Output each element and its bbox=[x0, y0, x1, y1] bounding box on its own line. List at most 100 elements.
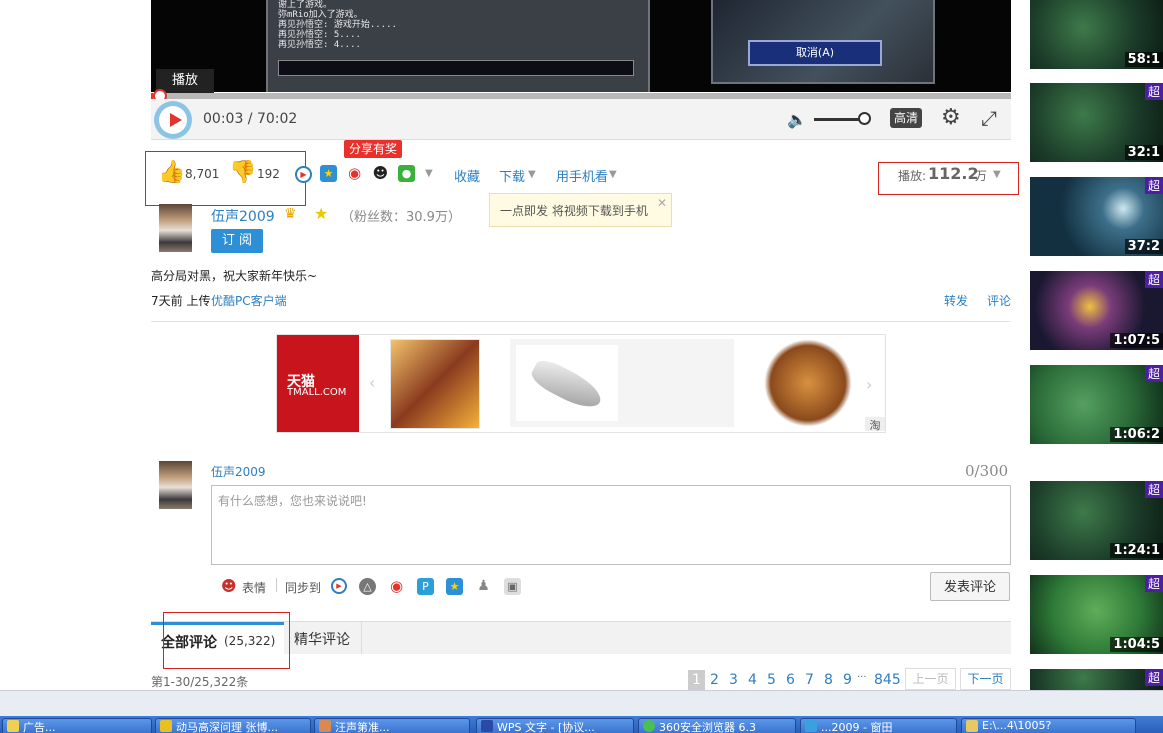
chevron-right-icon[interactable]: › bbox=[866, 375, 872, 394]
chat-line: 再见孙悟空: 游戏开始..... bbox=[278, 20, 397, 30]
volume-icon[interactable]: 🔈 bbox=[787, 110, 807, 129]
client-link[interactable]: 优酷PC客户端 bbox=[211, 292, 287, 309]
user-avatar[interactable] bbox=[159, 461, 192, 509]
download-chevron-icon[interactable]: ▼ bbox=[528, 169, 536, 180]
douban-sync-icon[interactable]: ▣ bbox=[504, 578, 521, 595]
ad-banner[interactable]: 天猫 TMALL.COM ‹ › 淘 bbox=[276, 334, 886, 433]
youku-share-icon[interactable]: ▶ bbox=[295, 166, 312, 183]
related-video-thumb[interactable]: 超 32:1 bbox=[1030, 83, 1163, 162]
game-cancel-button: 取消(A) bbox=[748, 40, 882, 66]
like-count: 8,701 bbox=[185, 167, 220, 181]
people-sync-icon[interactable]: ♟ bbox=[475, 578, 492, 595]
related-video-thumb[interactable]: 超 1:04:5 bbox=[1030, 575, 1163, 654]
hd-badge: 超 bbox=[1144, 83, 1163, 100]
video-frame[interactable]: 谢上了游戏。 弥mRio加入了游戏。 再见孙悟空: 游戏开始..... 再见孙悟… bbox=[151, 0, 1011, 92]
thumbs-up-icon[interactable]: 👍 bbox=[158, 160, 185, 185]
qq-share-icon[interactable]: ☻ bbox=[372, 165, 389, 182]
ad-product-food[interactable] bbox=[764, 339, 852, 427]
page-current[interactable]: 1 bbox=[688, 670, 705, 690]
youku-sync-icon[interactable]: ▶ bbox=[331, 578, 347, 594]
page-link[interactable]: 6 bbox=[786, 672, 795, 688]
taskbar-item[interactable]: 360安全浏览器 6.3 bbox=[638, 718, 796, 733]
comment-username[interactable]: 伍声2009 bbox=[211, 463, 266, 480]
taskbar-label: WPS 文字 - [协议... bbox=[497, 721, 595, 733]
ad-product-mouse[interactable] bbox=[510, 339, 734, 427]
play-button[interactable] bbox=[154, 101, 192, 139]
taskbar-item[interactable]: 广告... bbox=[2, 718, 152, 733]
player-controls: 00:03 / 70:02 🔈 高清 ⚙ ⤢ bbox=[151, 99, 1011, 140]
related-video-thumb[interactable]: 58:1 bbox=[1030, 0, 1163, 69]
renren-sync-icon[interactable]: △ bbox=[359, 578, 376, 595]
comment-textarea[interactable]: 有什么感想，您也来说说吧! bbox=[211, 485, 1011, 565]
related-video-thumb[interactable]: 超 37:2 bbox=[1030, 177, 1163, 256]
uploader-avatar[interactable] bbox=[159, 204, 192, 252]
more-share-chevron-icon[interactable]: ▼ bbox=[425, 168, 433, 179]
hd-badge: 超 bbox=[1144, 481, 1163, 498]
tencent-weibo-sync-icon[interactable]: P bbox=[417, 578, 434, 595]
divider bbox=[276, 578, 277, 592]
highlight-box bbox=[163, 612, 290, 669]
page-link[interactable]: 4 bbox=[748, 672, 757, 688]
tmall-logo[interactable]: 天猫 TMALL.COM bbox=[277, 335, 359, 432]
weibo-sync-icon[interactable]: ◉ bbox=[388, 578, 405, 595]
taskbar-label: 汪声第准... bbox=[335, 721, 390, 733]
crown-icon: ♛ bbox=[284, 206, 297, 222]
volume-slider[interactable] bbox=[814, 118, 864, 121]
page-last[interactable]: 845 bbox=[874, 672, 901, 688]
close-icon[interactable]: ✕ bbox=[657, 194, 667, 212]
post-comment-button[interactable]: 发表评论 bbox=[930, 572, 1010, 601]
taskbar-item[interactable]: WPS 文字 - [协议... bbox=[476, 718, 634, 733]
subscribe-button[interactable]: 订 阅 bbox=[211, 229, 263, 253]
chevron-left-icon[interactable]: ‹ bbox=[369, 373, 375, 392]
taskbar-item[interactable]: ...2009 - 窗田 bbox=[800, 718, 957, 733]
fullscreen-icon[interactable]: ⤢ bbox=[981, 106, 997, 130]
mobile-watch-link[interactable]: 用手机看 bbox=[556, 166, 608, 185]
mobile-chevron-icon[interactable]: ▼ bbox=[609, 169, 617, 180]
ad-product-pastry[interactable] bbox=[390, 339, 480, 429]
page-link[interactable]: 3 bbox=[729, 672, 738, 688]
related-video-thumb[interactable]: 超 1:06:2 bbox=[1030, 365, 1163, 444]
taskbar-item[interactable]: E:\...4\1005? bbox=[961, 718, 1136, 733]
favorite-link[interactable]: 收藏 bbox=[454, 166, 480, 185]
mouse-shape bbox=[527, 355, 607, 415]
related-video-thumb[interactable]: 超 bbox=[1030, 669, 1163, 690]
prev-page-button[interactable]: 上一页 bbox=[905, 668, 956, 690]
folder-icon bbox=[966, 720, 978, 732]
hd-badge: 超 bbox=[1144, 177, 1163, 194]
quality-button[interactable]: 高清 bbox=[890, 108, 922, 128]
char-counter: 0/300 bbox=[965, 462, 1009, 480]
taskbar-item[interactable]: 动马高深问理 张博... bbox=[155, 718, 311, 733]
play-count-chevron-icon[interactable]: ▼ bbox=[993, 169, 1001, 180]
emoji-icon[interactable]: ☻ bbox=[221, 577, 237, 595]
tab-best-comments[interactable]: 精华评论 bbox=[284, 622, 362, 654]
related-video-thumb[interactable]: 超 1:07:5 bbox=[1030, 271, 1163, 350]
qzone-sync-icon[interactable]: ★ bbox=[446, 578, 463, 595]
download-tip-text: 一点即发 将视频下载到手机 bbox=[500, 204, 648, 218]
page-link[interactable]: 8 bbox=[824, 672, 833, 688]
taobao-badge: 淘 bbox=[865, 417, 885, 432]
hd-badge: 超 bbox=[1144, 365, 1163, 382]
page-link[interactable]: 7 bbox=[805, 672, 814, 688]
page-link[interactable]: 2 bbox=[710, 672, 719, 688]
comment-link[interactable]: 评论 bbox=[987, 292, 1011, 309]
page-link[interactable]: 5 bbox=[767, 672, 776, 688]
related-video-thumb[interactable]: 超 1:24:1 bbox=[1030, 481, 1163, 560]
volume-handle[interactable] bbox=[858, 112, 871, 125]
forward-link[interactable]: 转发 bbox=[944, 292, 968, 309]
thumbs-down-icon[interactable]: 👎 bbox=[229, 160, 256, 185]
page-link[interactable]: 9 bbox=[843, 672, 852, 688]
app-icon bbox=[805, 720, 817, 732]
uploader-name[interactable]: 伍声2009 bbox=[211, 206, 275, 226]
thumb-duration: 58:1 bbox=[1124, 52, 1163, 67]
thumb-duration: 1:04:5 bbox=[1110, 637, 1163, 652]
taskbar-item[interactable]: 汪声第准... bbox=[314, 718, 470, 733]
page-ellipsis: ··· bbox=[857, 672, 867, 683]
wechat-share-icon[interactable]: ● bbox=[398, 165, 415, 182]
emoji-label[interactable]: 表情 bbox=[242, 579, 266, 596]
next-page-button[interactable]: 下一页 bbox=[960, 668, 1011, 690]
thumb-duration: 1:06:2 bbox=[1110, 427, 1163, 442]
weibo-share-icon[interactable]: ◉ bbox=[346, 165, 363, 182]
qzone-share-icon[interactable]: ★ bbox=[320, 165, 337, 182]
download-link[interactable]: 下载 bbox=[499, 166, 525, 185]
gear-icon[interactable]: ⚙ bbox=[941, 105, 961, 130]
